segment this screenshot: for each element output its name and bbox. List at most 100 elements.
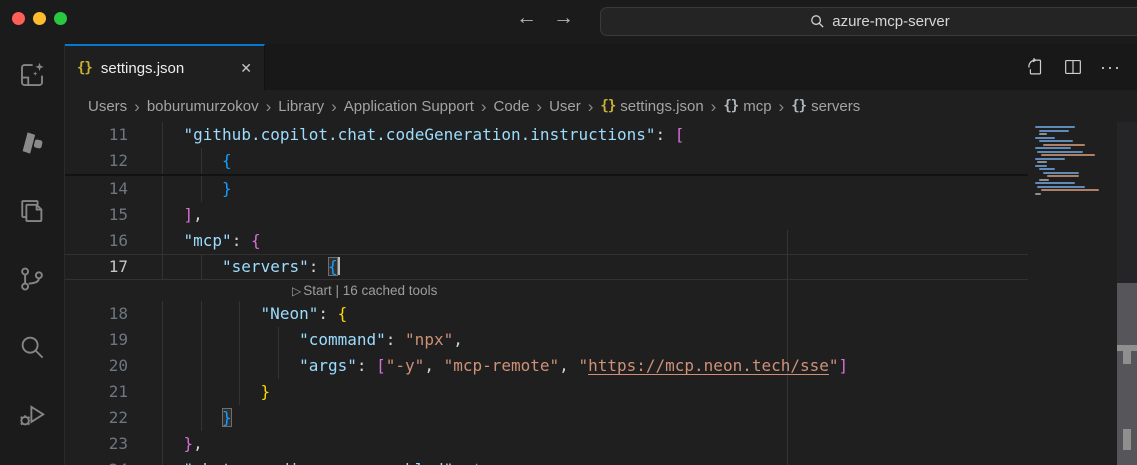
- breadcrumb-label: servers: [811, 98, 860, 115]
- code-line-18[interactable]: 18"Neon": {: [65, 301, 1028, 327]
- line-number[interactable]: 14: [65, 176, 145, 202]
- close-tab-icon[interactable]: ✕: [240, 60, 252, 77]
- code-token: }: [222, 179, 232, 198]
- code-token: :: [318, 304, 337, 323]
- line-number[interactable]: 24: [65, 457, 145, 465]
- breadcrumb-item[interactable]: Library: [278, 98, 324, 115]
- code-token: ": [578, 356, 588, 375]
- code-token: {: [251, 231, 261, 250]
- search-view-icon[interactable]: [16, 330, 49, 363]
- scrollbar[interactable]: [1117, 122, 1137, 465]
- code-token: }: [261, 382, 271, 401]
- code-line-19[interactable]: 19"command": "npx",: [65, 327, 1028, 353]
- code-area[interactable]: 11 "github.copilot.chat.codeGeneration.in…: [65, 122, 1028, 465]
- zoom-window-button[interactable]: [54, 12, 67, 25]
- line-number[interactable]: 21: [65, 379, 145, 405]
- search-icon: [810, 14, 825, 29]
- split-editor-icon[interactable]: [1062, 56, 1084, 78]
- json-braces-icon: {}: [77, 60, 92, 76]
- augment-extension-icon[interactable]: [16, 126, 49, 159]
- code-line-24[interactable]: 24"chat.mcp.discovery.enabled": true: [65, 457, 1028, 465]
- minimap-line: [1037, 161, 1047, 163]
- code-token: "command": [299, 330, 386, 349]
- code-token: {: [328, 257, 338, 276]
- code-token: :: [357, 356, 376, 375]
- code-viewport[interactable]: 14}15],16"mcp": {17"servers": {▷Start | …: [65, 176, 1028, 465]
- line-number[interactable]: 15: [65, 202, 145, 228]
- code-token: ,: [559, 356, 578, 375]
- line-number[interactable]: 11: [65, 122, 145, 148]
- open-settings-ui-icon[interactable]: [1024, 56, 1046, 78]
- braces-object-icon: {}: [791, 98, 806, 114]
- close-window-button[interactable]: [12, 12, 25, 25]
- line-number[interactable]: 19: [65, 327, 145, 353]
- code-token: :: [309, 257, 328, 276]
- line-content: },: [145, 431, 203, 457]
- minimap-line: [1037, 186, 1085, 188]
- line-number[interactable]: 18: [65, 301, 145, 327]
- source-control-icon[interactable]: [16, 262, 49, 295]
- minimize-window-button[interactable]: [33, 12, 46, 25]
- line-number[interactable]: 23: [65, 431, 145, 457]
- history-nav: ← →: [516, 6, 574, 30]
- code-token: "args": [299, 356, 357, 375]
- minimap-line: [1043, 144, 1085, 146]
- breadcrumb-item[interactable]: User: [549, 98, 581, 115]
- minimap-line: [1035, 158, 1065, 160]
- forward-icon[interactable]: →: [553, 6, 574, 30]
- code-token: "mcp": [184, 231, 232, 250]
- code-token: https://mcp.neon.tech/sse: [588, 356, 829, 375]
- scrollbar-thumb[interactable]: [1117, 283, 1137, 465]
- line-content: "command": "npx",: [145, 327, 463, 353]
- codelens-label: Start | 16 cached tools: [303, 283, 437, 298]
- back-icon[interactable]: ←: [516, 6, 537, 30]
- run-and-debug-icon[interactable]: [16, 398, 49, 431]
- minimap-line: [1037, 151, 1083, 153]
- breadcrumb-label: User: [549, 98, 581, 115]
- code-token: ,: [424, 356, 443, 375]
- breadcrumb: Users›boburumurzokov›Library›Application…: [65, 90, 1137, 122]
- code-line-16[interactable]: 16"mcp": {: [65, 228, 1028, 254]
- code-line-15[interactable]: 15],: [65, 202, 1028, 228]
- line-number[interactable]: 17: [65, 254, 145, 280]
- json-braces-icon: {}: [600, 98, 615, 114]
- breadcrumb-item[interactable]: boburumurzokov: [147, 98, 259, 115]
- code-token: "servers": [222, 257, 309, 276]
- code-line-11[interactable]: 11 "github.copilot.chat.codeGeneration.in…: [65, 122, 1028, 148]
- minimap[interactable]: [1028, 122, 1117, 465]
- code-line-22[interactable]: 22}: [65, 405, 1028, 431]
- play-outline-icon: ▷: [292, 284, 301, 298]
- line-number[interactable]: 16: [65, 228, 145, 254]
- code-line-17[interactable]: 17 "servers": {: [65, 254, 1028, 280]
- breadcrumb-separator-icon: ›: [134, 98, 140, 115]
- breadcrumb-item[interactable]: {} servers: [791, 98, 860, 115]
- codelens[interactable]: ▷Start | 16 cached tools: [65, 280, 1028, 301]
- more-actions-icon[interactable]: ···: [1100, 62, 1121, 72]
- code-editor[interactable]: 11 "github.copilot.chat.codeGeneration.in…: [65, 122, 1137, 465]
- breadcrumb-item[interactable]: Users: [88, 98, 127, 115]
- code-line-23[interactable]: 23},: [65, 431, 1028, 457]
- breadcrumb-separator-icon: ›: [711, 98, 717, 115]
- line-number[interactable]: 22: [65, 405, 145, 431]
- line-number[interactable]: 12: [65, 148, 145, 174]
- breadcrumb-item[interactable]: {}mcp: [723, 98, 771, 115]
- breadcrumb-item[interactable]: {}settings.json: [600, 98, 703, 115]
- tab-settings-json[interactable]: {} settings.json ✕: [65, 44, 265, 90]
- code-line-12[interactable]: 12{: [65, 148, 1028, 174]
- code-token: ]: [839, 356, 849, 375]
- code-token: ,: [193, 205, 203, 224]
- code-line-14[interactable]: 14}: [65, 176, 1028, 202]
- copilot-edits-icon[interactable]: [16, 58, 49, 91]
- line-number[interactable]: 20: [65, 353, 145, 379]
- explorer-icon[interactable]: [16, 194, 49, 227]
- line-content: "mcp": {: [145, 228, 261, 254]
- code-line-21[interactable]: 21}: [65, 379, 1028, 405]
- code-token: "github.copilot.chat.codeGeneration.inst…: [184, 125, 656, 144]
- breadcrumb-item[interactable]: Code: [494, 98, 530, 115]
- command-center-search[interactable]: azure-mcp-server: [600, 7, 1137, 36]
- tab-bar: {} settings.json ✕ ···: [65, 44, 1137, 90]
- minimap-line: [1035, 182, 1075, 184]
- breadcrumb-item[interactable]: Application Support: [344, 98, 474, 115]
- code-line-20[interactable]: 20"args": ["-y", "mcp-remote", "https://…: [65, 353, 1028, 379]
- code-token: "mcp-remote": [444, 356, 560, 375]
